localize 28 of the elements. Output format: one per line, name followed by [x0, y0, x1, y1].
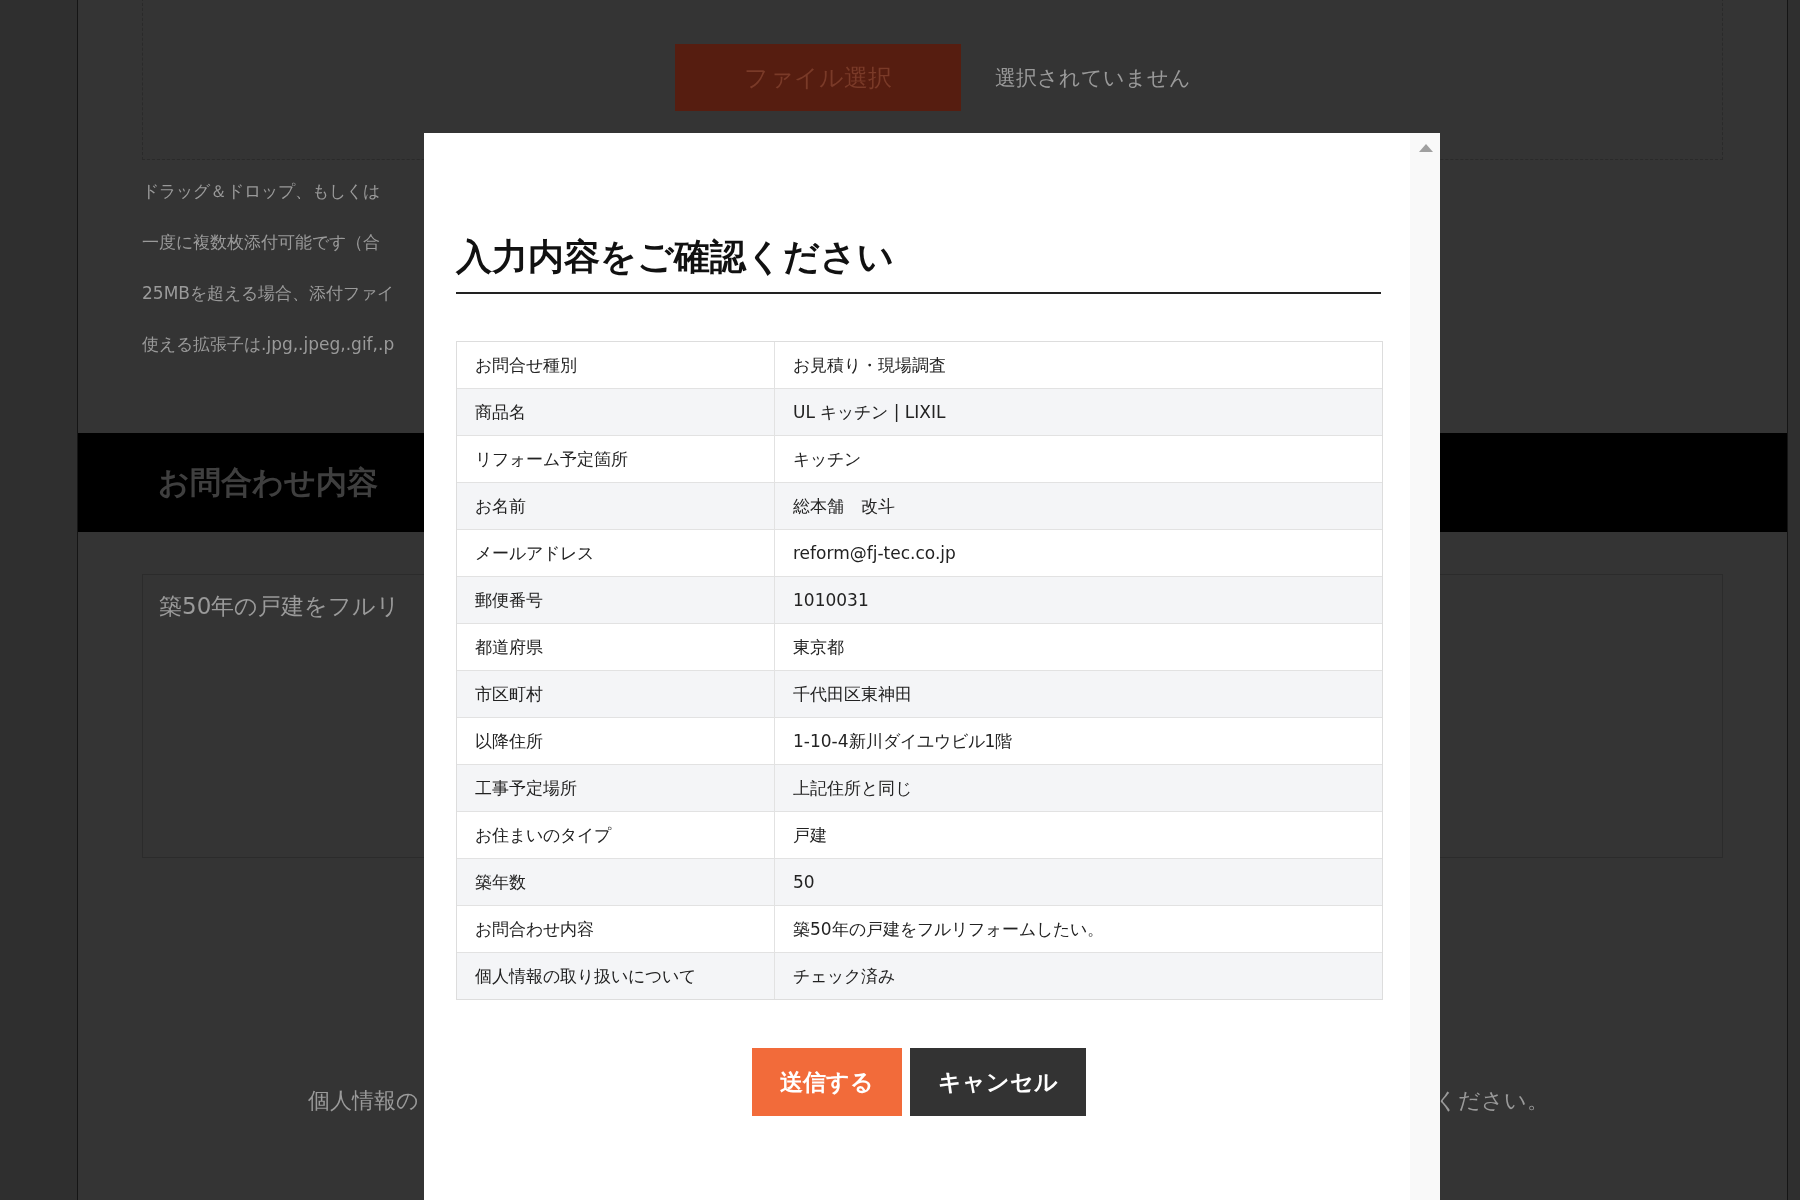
scroll-up-icon[interactable] — [1419, 144, 1433, 152]
submit-button[interactable]: 送信する — [751, 1048, 902, 1116]
upload-note: 一度に複数枚添付可能です（合 — [142, 231, 380, 253]
upload-note: 使える拡張子は.jpg,.jpeg,.gif,.p — [142, 333, 395, 355]
field-value: 1010031 — [792, 589, 870, 612]
privacy-note: ください。 — [1435, 1087, 1549, 1115]
section-title: お問合わせ内容 — [158, 462, 378, 502]
field-value: 千代田区東神田 — [792, 682, 913, 706]
file-status: 選択されていません — [994, 64, 1191, 92]
upload-note: 25MBを超える場合、添付ファイ — [142, 282, 394, 304]
dialog-title: 入力内容をご確認ください — [456, 233, 1381, 294]
field-value: 1-10-4新川ダイユウビル1階 — [792, 729, 1014, 753]
upload-note: ドラッグ＆ドロップ、もしくは — [142, 180, 380, 202]
privacy-note: 個人情報の — [308, 1087, 419, 1115]
field-value: 50 — [792, 871, 816, 894]
field-value: キッチン — [792, 447, 862, 471]
field-value: 上記住所と同じ — [792, 776, 913, 800]
scrollbar[interactable] — [1410, 133, 1440, 1200]
field-value: 総本舗 改斗 — [792, 494, 896, 518]
field-value: チェック済み — [792, 964, 896, 988]
field-value: 戸建 — [792, 823, 828, 847]
field-value: 東京都 — [792, 635, 845, 659]
field-label: 個人情報の取り扱いについて — [457, 953, 775, 999]
field-value: 築50年の戸建をフルリフォームしたい。 — [792, 917, 1105, 941]
field-value: UL キッチン | LIXIL — [792, 400, 947, 424]
field-value: reform@fj-tec.co.jp — [792, 542, 957, 565]
field-value: お見積り・現場調査 — [792, 353, 947, 377]
cancel-button[interactable]: キャンセル — [909, 1048, 1086, 1116]
